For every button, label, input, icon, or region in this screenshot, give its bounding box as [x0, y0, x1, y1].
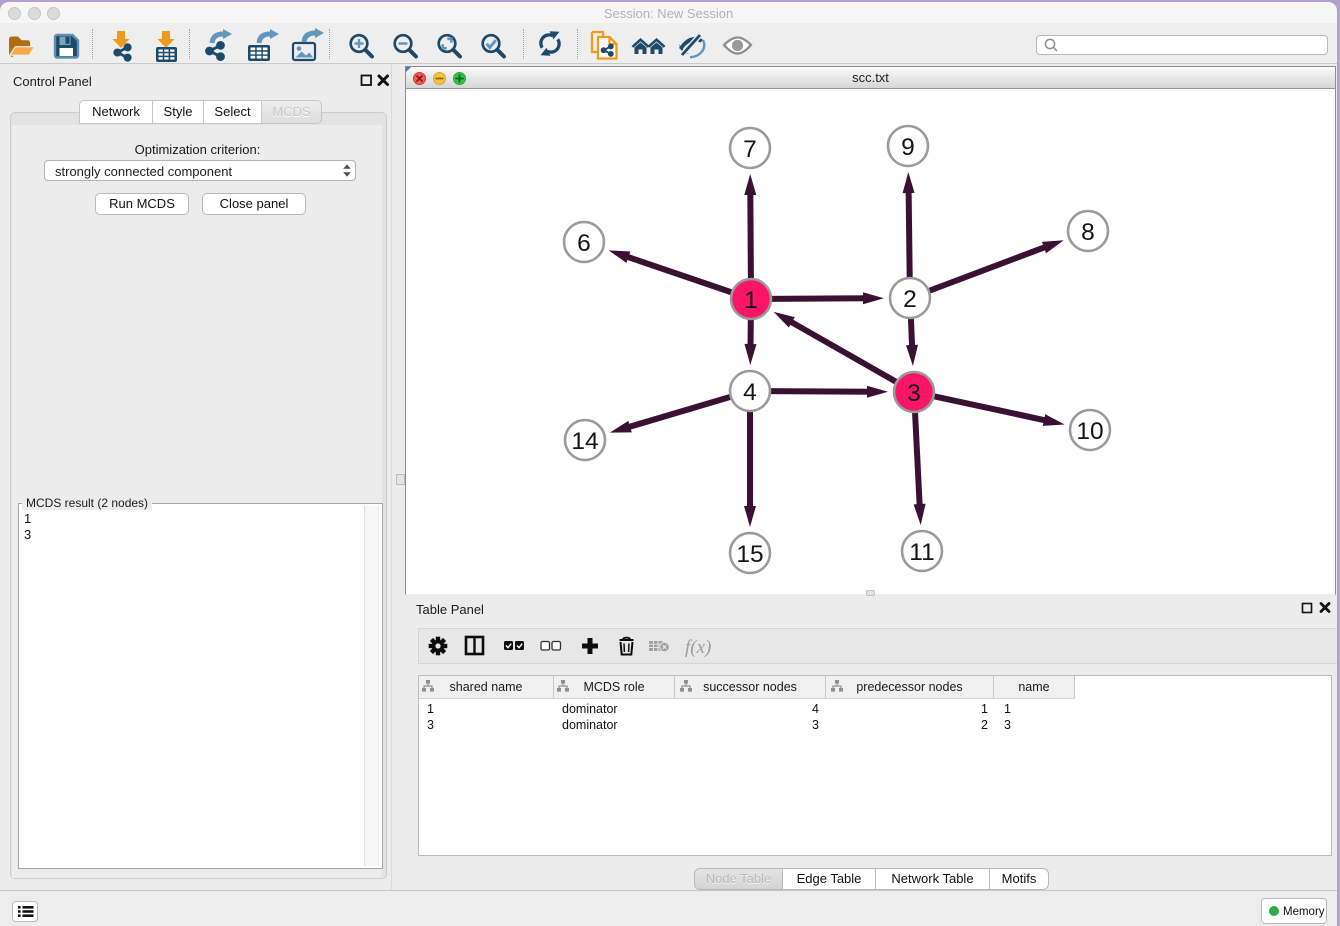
svg-text:9: 9: [901, 134, 915, 161]
svg-text:1: 1: [744, 287, 758, 314]
svg-text:14: 14: [571, 428, 598, 455]
svg-text:f(x): f(x): [685, 637, 711, 658]
svg-text:4: 4: [743, 379, 757, 406]
svg-text:10: 10: [1076, 418, 1103, 445]
svg-text:8: 8: [1081, 219, 1095, 246]
svg-text:2: 2: [903, 286, 917, 313]
svg-text:15: 15: [736, 541, 763, 568]
svg-text:6: 6: [577, 230, 591, 257]
svg-text:7: 7: [743, 136, 757, 163]
svg-text:3: 3: [907, 380, 921, 407]
svg-text:11: 11: [909, 539, 934, 566]
